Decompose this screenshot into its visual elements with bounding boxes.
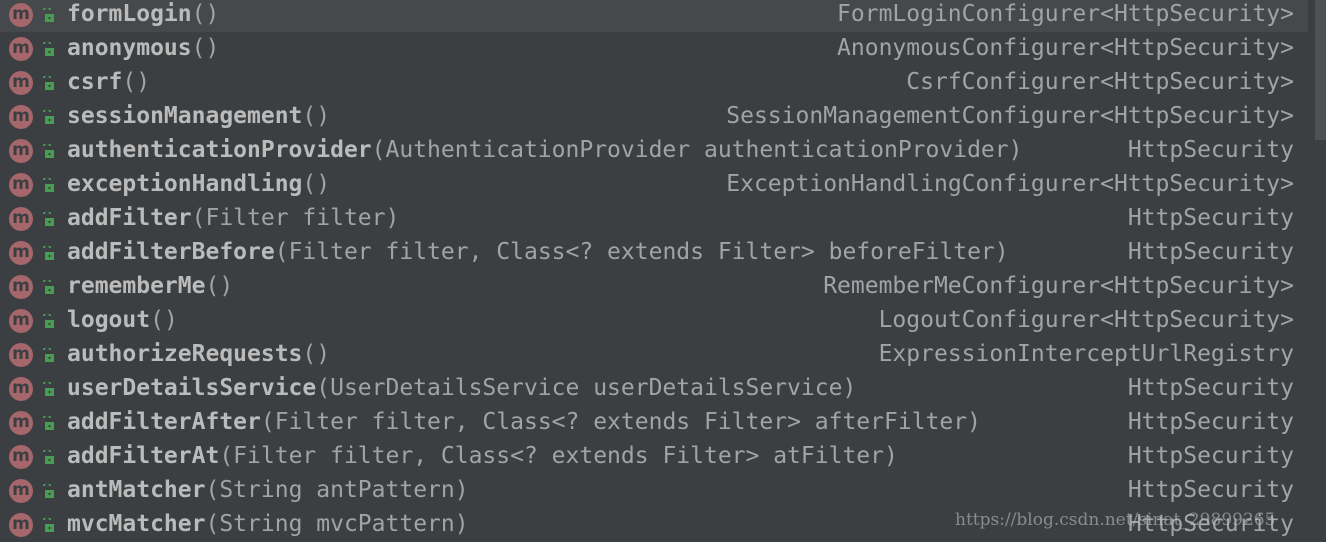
public-lock-icon xyxy=(43,348,54,362)
public-lock-icon xyxy=(43,76,54,90)
method-params: (Filter filter, Class<? extends Filter> … xyxy=(219,443,898,469)
return-type: FormLoginConfigurer<HttpSecurity> xyxy=(837,1,1294,27)
method-name: formLogin() xyxy=(67,1,220,27)
public-lock-icon xyxy=(43,416,54,430)
method-icon: m xyxy=(9,309,33,333)
method-name: addFilterAfter(Filter filter, Class<? ex… xyxy=(67,409,981,435)
method-params: (AuthenticationProvider authenticationPr… xyxy=(371,137,1023,163)
return-type: LogoutConfigurer<HttpSecurity> xyxy=(878,307,1294,333)
completion-item[interactable]: m formLogin() FormLoginConfigurer<HttpSecu… xyxy=(0,0,1308,32)
return-type: HttpSecurity xyxy=(1127,137,1294,163)
completion-list: m formLogin() FormLoginConfigurer<HttpSecu… xyxy=(0,0,1308,542)
method-params: () xyxy=(302,103,331,129)
completion-item[interactable]: m userDetailsService(UserDetailsService u… xyxy=(0,372,1308,406)
method-icon: m xyxy=(9,105,33,129)
method-params: (String mvcPattern) xyxy=(205,511,469,537)
completion-item[interactable]: m antMatcher(String antPattern) HttpSecuri… xyxy=(0,474,1308,508)
completion-item[interactable]: m addFilter(Filter filter) HttpSecurity xyxy=(0,202,1308,236)
method-icon: m xyxy=(9,343,33,367)
public-lock-icon xyxy=(43,382,54,396)
method-icon: m xyxy=(9,513,33,537)
return-type: HttpSecurity xyxy=(1127,443,1294,469)
method-params: () xyxy=(191,1,220,27)
completion-item[interactable]: m addFilterAfter(Filter filter, Class<? e… xyxy=(0,406,1308,440)
method-params: (Filter filter, Class<? extends Filter> … xyxy=(274,239,1009,265)
method-name: anonymous() xyxy=(67,35,220,61)
scrollbar-thumb[interactable] xyxy=(1315,0,1326,140)
method-icon: m xyxy=(9,3,33,27)
method-params: () xyxy=(122,69,151,95)
method-params: () xyxy=(205,273,234,299)
return-type: CsrfConfigurer<HttpSecurity> xyxy=(906,69,1294,95)
method-name: mvcMatcher(String mvcPattern) xyxy=(67,511,469,537)
return-type: ExpressionInterceptUrlRegistry xyxy=(878,341,1294,367)
completion-item[interactable]: m rememberMe() RememberMeConfigurer<HttpSe… xyxy=(0,270,1308,304)
return-type: RememberMeConfigurer<HttpSecurity> xyxy=(823,273,1294,299)
public-lock-icon xyxy=(43,8,54,22)
completion-item[interactable]: m addFilterBefore(Filter filter, Class<? … xyxy=(0,236,1308,270)
completion-item[interactable]: m csrf() CsrfConfigurer<HttpSecurity> xyxy=(0,66,1308,100)
method-name: sessionManagement() xyxy=(67,103,331,129)
method-icon: m xyxy=(9,173,33,197)
method-params: () xyxy=(191,35,220,61)
method-name: addFilter(Filter filter) xyxy=(67,205,400,231)
return-type: HttpSecurity xyxy=(1127,239,1294,265)
method-name: csrf() xyxy=(67,69,151,95)
watermark: https://blog.csdn.net/sinat_29899265 xyxy=(955,510,1276,530)
method-name: addFilterAt(Filter filter, Class<? exten… xyxy=(67,443,898,469)
public-lock-icon xyxy=(43,42,54,56)
public-lock-icon xyxy=(43,144,54,158)
method-icon: m xyxy=(9,411,33,435)
method-name: rememberMe() xyxy=(67,273,234,299)
public-lock-icon xyxy=(43,314,54,328)
method-icon: m xyxy=(9,207,33,231)
method-params: () xyxy=(302,341,331,367)
method-params: () xyxy=(302,171,331,197)
method-params: () xyxy=(150,307,178,333)
method-name: authenticationProvider(AuthenticationPro… xyxy=(67,137,1023,163)
method-name: logout() xyxy=(67,307,178,333)
method-icon: m xyxy=(9,275,33,299)
method-icon: m xyxy=(9,37,33,61)
method-icon: m xyxy=(9,71,33,95)
return-type: SessionManagementConfigurer<HttpSecurity… xyxy=(726,103,1294,129)
return-type: HttpSecurity xyxy=(1127,375,1294,401)
method-icon: m xyxy=(9,241,33,265)
method-name: exceptionHandling() xyxy=(67,171,331,197)
public-lock-icon xyxy=(43,246,54,260)
public-lock-icon xyxy=(43,212,54,226)
method-icon: m xyxy=(9,445,33,469)
completion-item[interactable]: m addFilterAt(Filter filter, Class<? exte… xyxy=(0,440,1308,474)
completion-item[interactable]: m exceptionHandling() ExceptionHandlingCon… xyxy=(0,168,1308,202)
public-lock-icon xyxy=(43,484,54,498)
method-params: (Filter filter, Class<? extends Filter> … xyxy=(260,409,981,435)
scrollbar[interactable] xyxy=(1315,0,1326,542)
public-lock-icon xyxy=(43,518,54,532)
method-icon: m xyxy=(9,479,33,503)
return-type: HttpSecurity xyxy=(1127,409,1294,435)
method-params: (Filter filter) xyxy=(191,205,400,231)
method-name: authorizeRequests() xyxy=(67,341,331,367)
public-lock-icon xyxy=(43,280,54,294)
completion-item[interactable]: m logout() LogoutConfigurer<HttpSecurity> xyxy=(0,304,1308,338)
completion-item[interactable]: m authenticationProvider(AuthenticationPr… xyxy=(0,134,1308,168)
return-type: HttpSecurity xyxy=(1127,477,1294,503)
method-name: antMatcher(String antPattern) xyxy=(67,477,469,503)
method-params: (UserDetailsService userDetailsService) xyxy=(316,375,857,401)
return-type: ExceptionHandlingConfigurer<HttpSecurity… xyxy=(726,171,1294,197)
public-lock-icon xyxy=(43,110,54,124)
completion-item[interactable]: m anonymous() AnonymousConfigurer<HttpSecu… xyxy=(0,32,1308,66)
public-lock-icon xyxy=(43,178,54,192)
public-lock-icon xyxy=(43,450,54,464)
method-icon: m xyxy=(9,377,33,401)
return-type: HttpSecurity xyxy=(1127,205,1294,231)
return-type: AnonymousConfigurer<HttpSecurity> xyxy=(837,35,1294,61)
method-name: userDetailsService(UserDetailsService us… xyxy=(67,375,857,401)
method-icon: m xyxy=(9,139,33,163)
method-name: addFilterBefore(Filter filter, Class<? e… xyxy=(67,239,1009,265)
completion-item[interactable]: m authorizeRequests() ExpressionInterceptU… xyxy=(0,338,1308,372)
completion-item[interactable]: m sessionManagement() SessionManagementCon… xyxy=(0,100,1308,134)
method-params: (String antPattern) xyxy=(205,477,469,503)
